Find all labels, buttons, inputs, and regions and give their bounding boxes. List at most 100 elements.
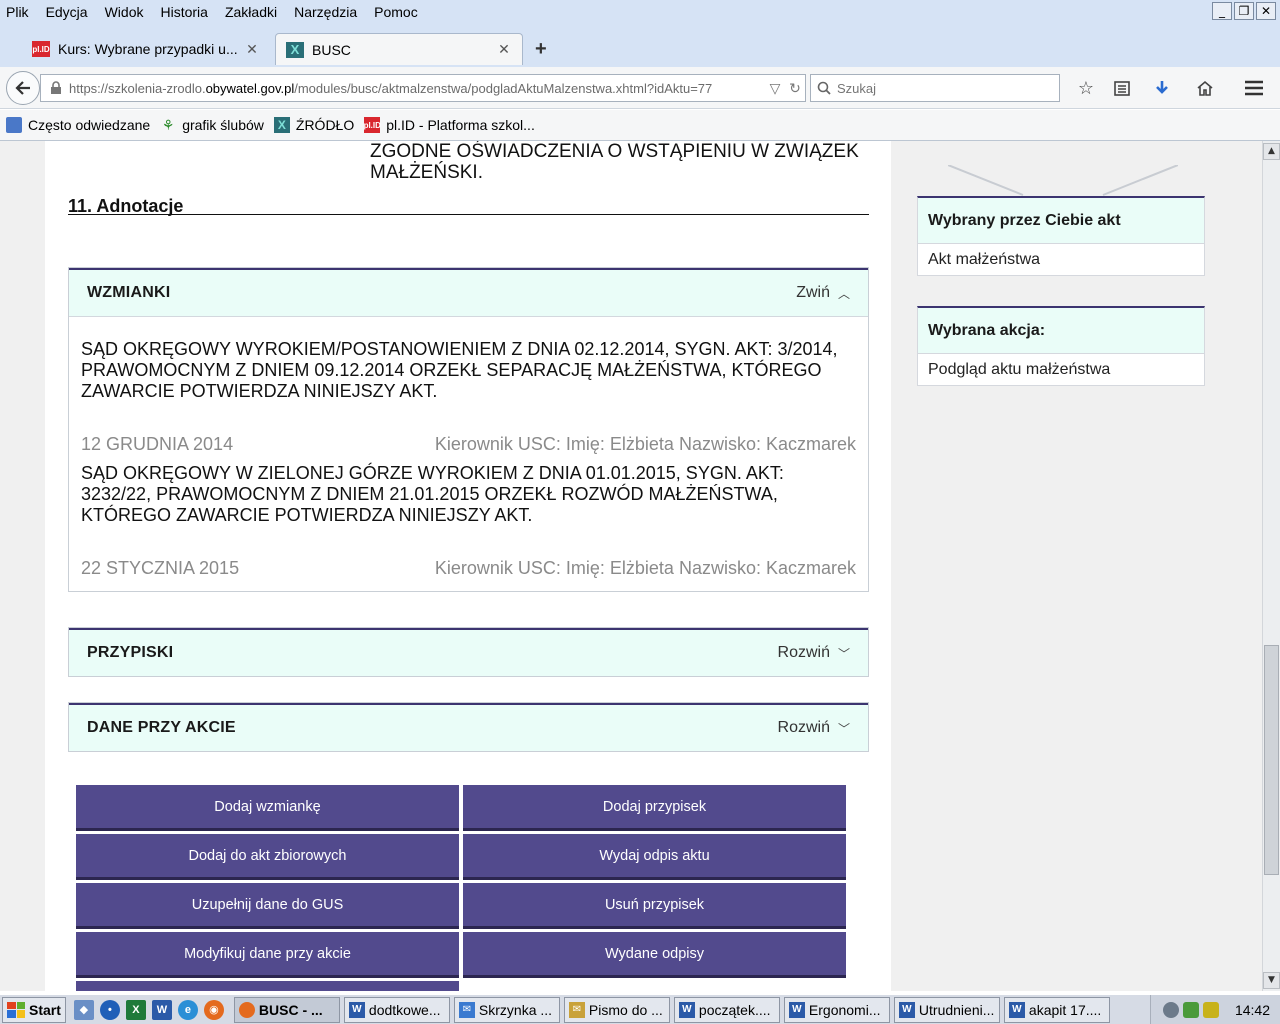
word-icon: W xyxy=(898,1001,915,1018)
usc-icon[interactable]: • xyxy=(99,999,120,1020)
minimize-icon[interactable]: _ xyxy=(1212,2,1232,20)
dane-header[interactable]: DANE PRZY AKCIE Rozwiń ﹀ xyxy=(69,703,868,751)
word-icon: W xyxy=(348,1001,365,1018)
bookmark-star-icon[interactable]: ☆ xyxy=(1074,76,1098,100)
task-label: Ergonomi... xyxy=(808,1001,881,1018)
task-doc[interactable]: W Ergonomi... xyxy=(783,996,890,1023)
downloads-icon[interactable] xyxy=(1150,76,1174,100)
note-meta: 12 GRUDNIA 2014 Kierownik USC: Imię: Elż… xyxy=(81,434,856,455)
przypiski-header[interactable]: PRZYPISKI Rozwiń ﹀ xyxy=(69,628,868,676)
hamburger-menu-icon[interactable] xyxy=(1242,76,1266,100)
vertical-scrollbar[interactable]: ▲ ▼ xyxy=(1262,141,1280,991)
scroll-down-icon[interactable]: ▼ xyxy=(1263,972,1280,989)
quick-launch-icon[interactable]: ◆ xyxy=(73,999,94,1020)
bookmark-zrodlo[interactable]: X ŹRÓDŁO xyxy=(273,117,354,133)
modify-act-data-button[interactable]: Modyfikuj dane przy akcie xyxy=(76,932,459,978)
decorative-lines-icon xyxy=(948,165,1178,196)
reload-icon[interactable]: ↻ xyxy=(785,80,805,97)
close-tab-icon[interactable]: ✕ xyxy=(244,41,260,58)
complete-gus-data-button[interactable]: Uzupełnij dane do GUS xyxy=(76,883,459,929)
wzmianki-header[interactable]: WZMIANKI Zwiń ︿ xyxy=(69,268,868,316)
home-icon[interactable] xyxy=(1193,76,1217,100)
note-date: 22 STYCZNIA 2015 xyxy=(81,558,240,578)
word-icon[interactable]: W xyxy=(151,999,172,1020)
selected-act-card: Wybrany przez Ciebie akt Akt małżeństwa xyxy=(917,196,1205,276)
task-doc[interactable]: Wakapit 17.... xyxy=(1003,996,1110,1023)
issue-copy-button[interactable]: Wydaj odpis aktu xyxy=(463,834,846,880)
menu-widok[interactable]: Widok xyxy=(105,4,144,20)
note-text: SĄD OKRĘGOWY W ZIELONEJ GÓRZE WYROKIEM Z… xyxy=(81,463,784,525)
selected-action-card: Wybrana akcja: Podgląd aktu małżeństwa xyxy=(917,306,1205,386)
chevron-down-icon: ﹀ xyxy=(837,646,850,661)
collapse-toggle[interactable]: Zwiń ︿ xyxy=(796,284,850,302)
page-viewport: ZGODNE OŚWIADCZENIA O WSTĄPIENIU W ZWIĄZ… xyxy=(0,141,1262,991)
task-doc[interactable]: Wpoczątek.... xyxy=(673,996,780,1023)
menu-narzedzia[interactable]: Narzędzia xyxy=(294,4,357,20)
ie-icon[interactable]: e xyxy=(177,999,198,1020)
note-meta: 22 STYCZNIA 2015 Kierownik USC: Imię: El… xyxy=(81,558,856,579)
menu-plik[interactable]: Plik xyxy=(6,4,29,20)
bookmark-plid[interactable]: pl.ID pl.ID - Platforma szkol... xyxy=(364,117,535,133)
task-label: BUSC - ... xyxy=(258,1001,323,1018)
firefox-icon xyxy=(238,1001,255,1018)
scroll-up-icon[interactable]: ▲ xyxy=(1263,143,1280,160)
expand-toggle[interactable]: Rozwiń ﹀ xyxy=(778,644,850,662)
menu-historia[interactable]: Historia xyxy=(161,4,208,20)
restore-icon[interactable]: ❐ xyxy=(1234,2,1254,20)
tab-strip: pl.ID Kurs: Wybrane przypadki u... ✕ X B… xyxy=(0,25,1280,67)
plid-favicon-icon: pl.ID xyxy=(32,41,50,57)
delete-annotation-button[interactable]: Usuń przypisek xyxy=(463,883,846,929)
security-icon[interactable] xyxy=(1182,1002,1199,1018)
scroll-thumb[interactable] xyxy=(1264,645,1279,875)
toggle-label: Rozwiń xyxy=(777,644,830,661)
add-annotation-button[interactable]: Dodaj przypisek xyxy=(463,785,846,831)
search-bar[interactable] xyxy=(810,74,1060,102)
add-mention-button[interactable]: Dodaj wzmiankę xyxy=(76,785,459,831)
menu-bar: Plik Edycja Widok Historia Zakładki Narz… xyxy=(0,0,1280,25)
toggle-label: Rozwiń xyxy=(777,719,830,736)
network-icon[interactable] xyxy=(1162,1002,1179,1018)
task-busc[interactable]: BUSC - ... xyxy=(233,996,340,1023)
search-input[interactable] xyxy=(837,80,1047,96)
firefox-icon[interactable]: ◉ xyxy=(203,999,224,1020)
tab-title: BUSC xyxy=(312,41,351,58)
card-value: Akt małżeństwa xyxy=(928,250,1041,268)
busc-favicon-icon: X xyxy=(286,41,304,58)
bookmark-czesto[interactable]: Często odwiedzane xyxy=(6,117,150,133)
envelope-icon: ✉ xyxy=(568,1001,585,1018)
tab-busc[interactable]: X BUSC ✕ xyxy=(275,33,523,65)
bookmark-grafik[interactable]: ⚘ grafik ślubów xyxy=(160,116,264,134)
start-button[interactable]: Start xyxy=(2,996,66,1023)
partial-action-button[interactable] xyxy=(76,981,459,991)
expand-toggle[interactable]: Rozwiń ﹀ xyxy=(778,719,850,737)
menu-edycja[interactable]: Edycja xyxy=(46,4,88,20)
task-inbox[interactable]: ✉ Skrzynka ... xyxy=(453,996,560,1023)
new-tab-icon[interactable]: + xyxy=(535,38,547,61)
task-label: Pismo do ... xyxy=(588,1001,663,1018)
panel-title: WZMIANKI xyxy=(87,284,171,301)
task-label: Utrudnieni... xyxy=(918,1001,995,1018)
issued-copies-button[interactable]: Wydane odpisy xyxy=(463,932,846,978)
url-bar[interactable]: https://szkolenia-zrodlo.obywatel.gov.pl… xyxy=(40,74,806,102)
windows-logo-icon xyxy=(7,1001,25,1018)
excel-icon[interactable]: X xyxy=(125,999,146,1020)
bookmarks-bar: Często odwiedzane ⚘ grafik ślubów X ŹRÓD… xyxy=(0,110,1280,141)
tree-icon: ⚘ xyxy=(161,116,175,133)
task-doc[interactable]: W Utrudnieni... xyxy=(893,996,1000,1023)
menu-zakladki[interactable]: Zakładki xyxy=(225,4,277,20)
close-window-icon[interactable]: ✕ xyxy=(1256,2,1276,20)
consent-text: ZGODNE OŚWIADCZENIA O WSTĄPIENIU W ZWIĄZ… xyxy=(370,141,859,183)
back-arrow-icon[interactable] xyxy=(6,71,40,105)
task-doc[interactable]: Wdodtkowe... xyxy=(343,996,450,1023)
task-letter[interactable]: ✉ Pismo do ... xyxy=(563,996,670,1023)
chevron-down-icon: ﹀ xyxy=(837,721,850,736)
dropdown-arrow-icon[interactable]: ▽ xyxy=(765,80,785,97)
menu-pomoc[interactable]: Pomoc xyxy=(374,4,418,20)
tab-title: Kurs: Wybrane przypadki u... xyxy=(58,41,238,57)
volume-icon[interactable] xyxy=(1202,1002,1219,1018)
add-to-collective-files-button[interactable]: Dodaj do akt zbiorowych xyxy=(76,834,459,880)
main-column: ZGODNE OŚWIADCZENIA O WSTĄPIENIU W ZWIĄZ… xyxy=(45,141,891,991)
close-tab-icon[interactable]: ✕ xyxy=(496,41,512,58)
tab-kurs[interactable]: pl.ID Kurs: Wybrane przypadki u... ✕ xyxy=(22,33,270,65)
reading-list-icon[interactable] xyxy=(1110,76,1134,100)
